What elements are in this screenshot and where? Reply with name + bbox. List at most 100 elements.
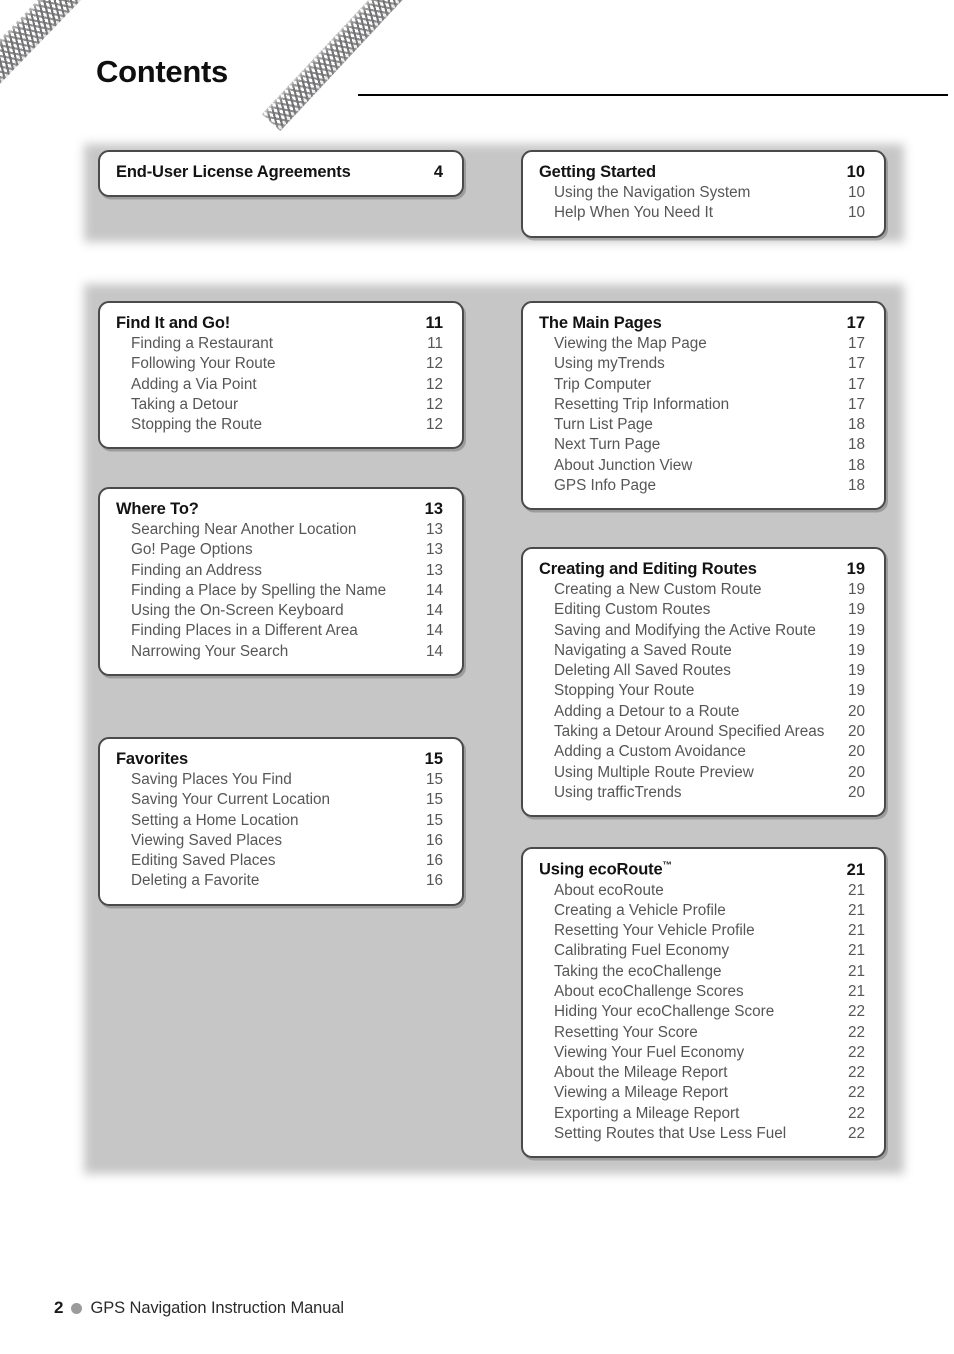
toc-entry[interactable]: Setting Routes that Use Less Fuel 22: [539, 1124, 868, 1144]
toc-entry[interactable]: Adding a Custom Avoidance 20: [539, 742, 868, 762]
toc-entry[interactable]: Deleting All Saved Routes 19: [539, 661, 868, 681]
toc-section-the-main-pages[interactable]: The Main Pages 17 Viewing the Map Page 17 Us…: [521, 301, 886, 511]
toc-entry[interactable]: Viewing Saved Places 16: [116, 831, 446, 851]
toc-entry[interactable]: Viewing a Mileage Report 22: [539, 1083, 868, 1103]
toc-entry[interactable]: Stopping the Route 12: [116, 415, 446, 435]
toc-entry-page-number: 14: [425, 602, 443, 620]
toc-entry-page-number: 17: [847, 395, 865, 413]
toc-section-page-number: 13: [424, 500, 443, 518]
toc-entry[interactable]: Viewing the Map Page 17: [539, 334, 868, 354]
toc-entry-label: Next Turn Page: [554, 436, 661, 454]
toc-entry[interactable]: Using the Navigation System 10: [539, 183, 868, 203]
toc-entry[interactable]: Editing Saved Places 16: [116, 851, 446, 871]
toc-entry-label: Resetting Trip Information: [554, 395, 730, 413]
toc-entry[interactable]: Adding a Detour to a Route 20: [539, 702, 868, 722]
toc-entry[interactable]: Following Your Route 12: [116, 354, 446, 374]
toc-entry-page-number: 10: [847, 184, 865, 201]
page-footer: 2 GPS Navigation Instruction Manual: [54, 1298, 344, 1318]
toc-section-page-number: 10: [846, 163, 865, 181]
toc-entry[interactable]: Editing Custom Routes 19: [539, 600, 868, 620]
toc-entry[interactable]: About Junction View 18: [539, 456, 868, 476]
toc-entry[interactable]: Trip Computer 17: [539, 375, 868, 395]
toc-section-favorites[interactable]: Favorites 15 Saving Places You Find 15 Savin…: [98, 737, 464, 906]
toc-entry[interactable]: Resetting Your Vehicle Profile 21: [539, 921, 868, 941]
toc-section-page-number: 4: [433, 163, 443, 181]
toc-section-title: Using ecoRoute™: [539, 860, 673, 879]
toc-entry-label: About the Mileage Report: [554, 1064, 728, 1082]
toc-section-where-to[interactable]: Where To? 13 Searching Near Another Locati…: [98, 487, 464, 677]
toc-entry[interactable]: Next Turn Page 18: [539, 435, 868, 455]
toc-entry[interactable]: About ecoRoute 21: [539, 881, 868, 901]
toc-entry-page-number: 20: [847, 763, 865, 781]
toc-entry-page-number: 15: [425, 811, 443, 829]
toc-entry[interactable]: Help When You Need It 10: [539, 203, 868, 223]
toc-entry-label: Turn List Page: [554, 416, 653, 434]
toc-entry[interactable]: Narrowing Your Search 14: [116, 642, 446, 662]
toc-entry[interactable]: Finding a Place by Spelling the Name 14: [116, 581, 446, 601]
toc-section-find-it-and-go[interactable]: Find It and Go! 11 Finding a Restaurant 11 F…: [98, 301, 464, 450]
toc-section-using-ecoroute[interactable]: Using ecoRoute™ 21 About ecoRoute 21 Creatin…: [521, 847, 886, 1159]
toc-entry-page-number: 21: [847, 962, 865, 980]
toc-entry[interactable]: Calibrating Fuel Economy 21: [539, 941, 868, 961]
toc-entry[interactable]: GPS Info Page 18: [539, 476, 868, 496]
toc-section-heading: Find It and Go! 11: [116, 314, 446, 333]
toc-entry[interactable]: Adding a Via Point 12: [116, 375, 446, 395]
toc-entry[interactable]: Resetting Your Score 22: [539, 1023, 868, 1043]
toc-entry[interactable]: Go! Page Options 13: [116, 540, 446, 560]
toc-section-creating-and-editing-routes[interactable]: Creating and Editing Routes 19 Creating a …: [521, 547, 886, 818]
toc-entry[interactable]: Using trafficTrends 20: [539, 783, 868, 803]
toc-entry[interactable]: Using myTrends 17: [539, 354, 868, 374]
toc-entry[interactable]: Stopping Your Route 19: [539, 681, 868, 701]
toc-entry-page-number: 16: [425, 831, 443, 849]
toc-entry-page-number: 19: [847, 621, 865, 639]
toc-entry[interactable]: Saving and Modifying the Active Route 19: [539, 621, 868, 641]
toc-entry[interactable]: Taking a Detour 12: [116, 395, 446, 415]
toc-section-getting-started[interactable]: Getting Started 10 Using the Navigation Sy…: [521, 150, 886, 238]
toc-entry-page-number: 22: [847, 1064, 865, 1082]
toc-entry[interactable]: Exporting a Mileage Report 22: [539, 1104, 868, 1124]
toc-entry[interactable]: Turn List Page 18: [539, 415, 868, 435]
toc-entry[interactable]: Using the On-Screen Keyboard 14: [116, 601, 446, 621]
toc-entry-label: Adding a Via Point: [131, 375, 257, 393]
toc-entry[interactable]: Viewing Your Fuel Economy 22: [539, 1043, 868, 1063]
toc-entry-page-number: 10: [847, 204, 865, 222]
toc-entry[interactable]: Deleting a Favorite 16: [116, 871, 446, 891]
toc-entry[interactable]: Resetting Trip Information 17: [539, 395, 868, 415]
toc-entry[interactable]: Finding a Restaurant 11: [116, 334, 446, 354]
toc-entry-page-number: 12: [425, 395, 443, 413]
toc-entry[interactable]: Taking the ecoChallenge 21: [539, 962, 868, 982]
toc-entry-label: Resetting Your Score: [554, 1023, 698, 1041]
toc-entry-page-number: 12: [425, 355, 443, 373]
toc-entry[interactable]: Creating a New Custom Route 19: [539, 580, 868, 600]
toc-section-end-user-license-agreements[interactable]: End-User License Agreements 4: [98, 150, 464, 197]
toc-entry[interactable]: Setting a Home Location 15: [116, 811, 446, 831]
toc-entry[interactable]: Saving Your Current Location 15: [116, 790, 446, 810]
toc-entry[interactable]: Using Multiple Route Preview 20: [539, 763, 868, 783]
toc-entry-page-number: 16: [425, 872, 443, 890]
toc-entry-page-number: 19: [847, 641, 865, 659]
toc-entry[interactable]: Hiding Your ecoChallenge Score 22: [539, 1002, 868, 1022]
toc-entry[interactable]: Finding an Address 13: [116, 561, 446, 581]
toc-entry[interactable]: Navigating a Saved Route 19: [539, 641, 868, 661]
toc-entry-page-number: 18: [847, 436, 865, 454]
toc-entry[interactable]: Searching Near Another Location 13: [116, 520, 446, 540]
toc-entry[interactable]: Creating a Vehicle Profile 21: [539, 901, 868, 921]
toc-section-page-number: 19: [846, 560, 865, 578]
toc-entry-label: Go! Page Options: [131, 541, 253, 559]
toc-entry[interactable]: Taking a Detour Around Specified Areas 20: [539, 722, 868, 742]
toc-entry-label: Finding a Restaurant: [131, 335, 274, 352]
toc-section-heading: Where To? 13: [116, 500, 446, 519]
trademark-icon: ™: [662, 860, 673, 871]
toc-entry-label: Finding Places in a Different Area: [131, 622, 358, 640]
toc-entry[interactable]: Finding Places in a Different Area 14: [116, 621, 446, 641]
toc-entry-page-number: 21: [847, 901, 865, 919]
toc-section-heading: Using ecoRoute™ 21: [539, 860, 868, 880]
toc-section-heading: End-User License Agreements 4: [116, 163, 446, 182]
toc-entry[interactable]: About ecoChallenge Scores 21: [539, 982, 868, 1002]
toc-entry[interactable]: About the Mileage Report 22: [539, 1063, 868, 1083]
toc-entry[interactable]: Saving Places You Find 15: [116, 770, 446, 790]
toc-section-title: End-User License Agreements: [116, 163, 351, 181]
toc-section-heading: Favorites 15: [116, 750, 446, 769]
toc-section-title: The Main Pages: [539, 314, 662, 332]
toc-entry-label: Taking the ecoChallenge: [554, 962, 722, 980]
